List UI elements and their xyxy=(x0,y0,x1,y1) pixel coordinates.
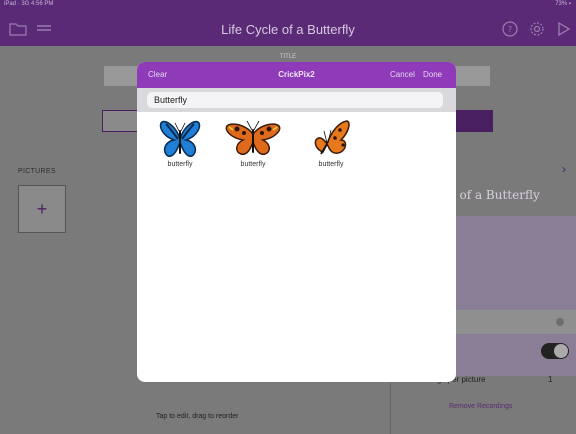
search-input[interactable] xyxy=(147,92,443,108)
pictures-label: PICTURES xyxy=(18,168,56,175)
picker-header: Clear CrickPix2 Cancel Done xyxy=(137,62,456,88)
segment-right xyxy=(455,110,493,132)
recordings-toggle xyxy=(541,343,569,359)
hint-text: Tap to edit, drag to reorder xyxy=(156,413,239,420)
status-left: iPad · 3G 4:56 PM xyxy=(4,1,54,7)
result-item[interactable]: butterfly xyxy=(150,118,210,168)
result-item[interactable]: butterfly xyxy=(301,118,361,168)
settings-gear-icon[interactable] xyxy=(527,20,547,38)
chevron-right-icon: › xyxy=(562,162,566,176)
blue-butterfly-icon xyxy=(159,120,201,157)
title-field-right xyxy=(455,66,490,86)
nav-bar: iPad · 3G 4:56 PM 73% ▪ Life Cycle of a … xyxy=(0,0,576,46)
result-label: butterfly xyxy=(240,161,266,168)
recording-field xyxy=(455,310,576,334)
result-label: butterfly xyxy=(318,161,344,168)
add-picture-button: + xyxy=(18,185,66,233)
search-bar xyxy=(137,88,456,112)
remove-recordings-link: Remove Recordings xyxy=(449,403,513,410)
recordings-count: 1 xyxy=(548,375,553,384)
tortoiseshell-butterfly-icon xyxy=(225,120,281,156)
result-item[interactable]: butterfly xyxy=(223,118,283,168)
svg-text:?: ? xyxy=(508,25,512,34)
orange-butterfly-icon xyxy=(314,120,350,155)
crickpix-picker: Clear CrickPix2 Cancel Done butterfly xyxy=(137,62,456,382)
cancel-button[interactable]: Cancel xyxy=(390,70,415,79)
play-icon[interactable] xyxy=(554,20,574,38)
toggle-knob xyxy=(554,344,568,358)
segment-left xyxy=(102,110,142,132)
status-right: 73% ▪ xyxy=(555,1,571,7)
record-dot-icon xyxy=(556,318,564,326)
divider xyxy=(390,376,391,434)
page-title: Life Cycle of a Butterfly xyxy=(221,22,355,37)
done-button[interactable]: Done xyxy=(423,70,442,79)
title-label: TITLE xyxy=(279,54,297,60)
help-icon[interactable]: ? xyxy=(500,20,520,38)
result-label: butterfly xyxy=(167,161,193,168)
